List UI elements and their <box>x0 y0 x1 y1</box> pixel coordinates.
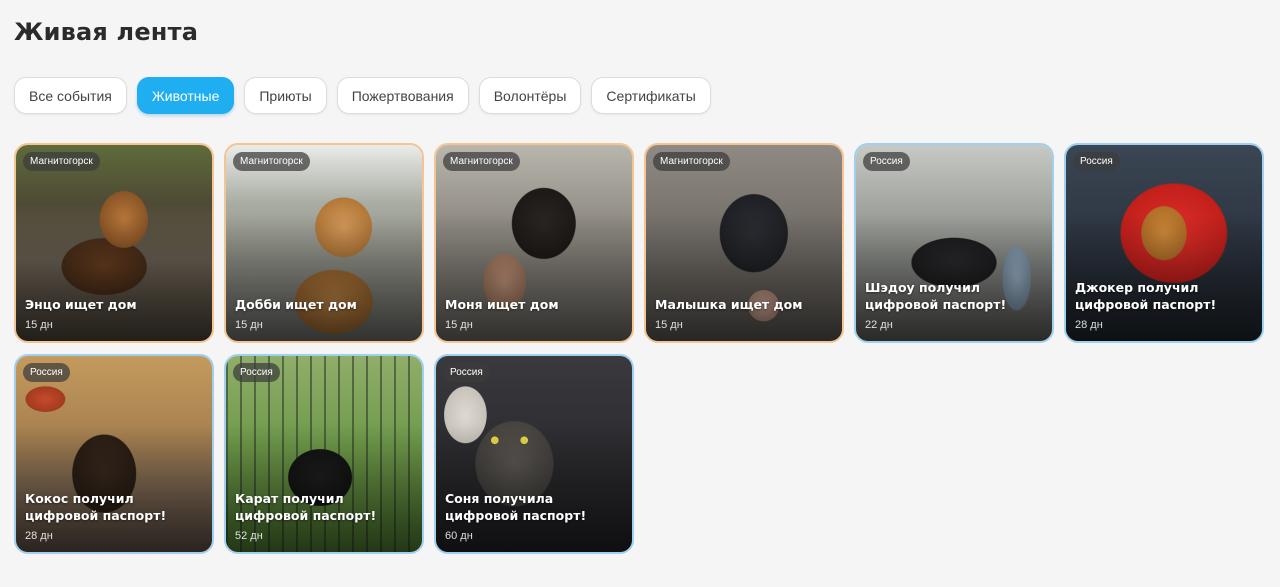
card-title: Кокос получил цифровой паспорт! <box>25 491 167 523</box>
card-date: 22 дн <box>865 319 893 331</box>
card-date: 15 дн <box>235 319 263 331</box>
card-title: Шэдоу получил цифровой паспорт! <box>865 280 1007 312</box>
feed-card[interactable]: Магнитогорск Энцо ищет дом 15 дн <box>14 143 214 343</box>
card-title: Моня ищет дом <box>445 297 559 312</box>
tab-all-events[interactable]: Все события <box>14 77 127 114</box>
feed-card[interactable]: Россия Карат получил цифровой паспорт! 5… <box>224 354 424 554</box>
location-badge: Россия <box>863 152 910 171</box>
location-badge: Россия <box>233 363 280 382</box>
location-badge: Россия <box>23 363 70 382</box>
location-badge: Магнитогорск <box>653 152 730 171</box>
feed-card[interactable]: Россия Соня получила цифровой паспорт! 6… <box>434 354 634 554</box>
location-badge: Магнитогорск <box>443 152 520 171</box>
location-badge: Магнитогорск <box>23 152 100 171</box>
card-title: Карат получил цифровой паспорт! <box>235 491 377 523</box>
card-date: 15 дн <box>655 319 683 331</box>
page-title: Живая лента <box>14 18 199 46</box>
card-title: Малышка ищет дом <box>655 297 803 312</box>
feed-card[interactable]: Магнитогорск Добби ищет дом 15 дн <box>224 143 424 343</box>
tab-animals[interactable]: Животные <box>136 77 235 114</box>
feed-card[interactable]: Магнитогорск Моня ищет дом 15 дн <box>434 143 634 343</box>
tab-donations[interactable]: Пожертвования <box>336 77 469 114</box>
card-date: 15 дн <box>445 319 473 331</box>
card-date: 15 дн <box>25 319 53 331</box>
feed-card[interactable]: Магнитогорск Малышка ищет дом 15 дн <box>644 143 844 343</box>
location-badge: Россия <box>1073 152 1120 171</box>
feed-card[interactable]: Россия Кокос получил цифровой паспорт! 2… <box>14 354 214 554</box>
location-badge: Магнитогорск <box>233 152 310 171</box>
feed-card[interactable]: Россия Шэдоу получил цифровой паспорт! 2… <box>854 143 1054 343</box>
card-date: 28 дн <box>1075 319 1103 331</box>
card-date: 60 дн <box>445 530 473 542</box>
tab-volunteers[interactable]: Волонтёры <box>478 77 582 114</box>
card-title: Добби ищет дом <box>235 297 357 312</box>
feed-card[interactable]: Россия Джокер получил цифровой паспорт! … <box>1064 143 1264 343</box>
feed-grid: Магнитогорск Энцо ищет дом 15 дн Магнито… <box>14 143 1264 554</box>
location-badge: Россия <box>443 363 490 382</box>
card-title: Джокер получил цифровой паспорт! <box>1075 280 1217 312</box>
tab-certificates[interactable]: Сертификаты <box>591 77 711 114</box>
card-title: Соня получила цифровой паспорт! <box>445 491 587 523</box>
live-feed-page: Живая лента Все события Животные Приюты … <box>0 0 1280 587</box>
tab-shelters[interactable]: Приюты <box>244 77 327 114</box>
filter-tabs: Все события Животные Приюты Пожертвовани… <box>14 77 711 114</box>
card-date: 28 дн <box>25 530 53 542</box>
card-title: Энцо ищет дом <box>25 297 137 312</box>
card-date: 52 дн <box>235 530 263 542</box>
